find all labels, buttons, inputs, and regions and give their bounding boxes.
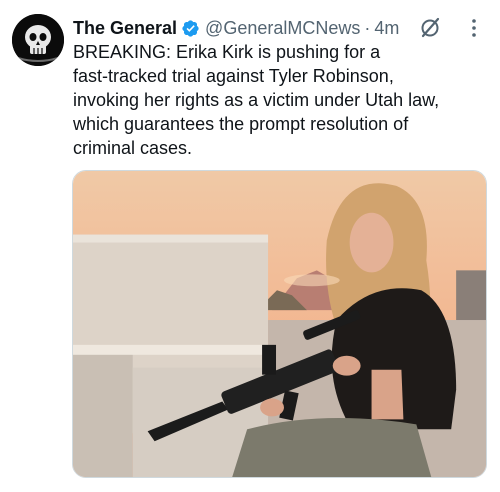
grok-icon[interactable] — [418, 16, 442, 40]
more-options-icon[interactable] — [462, 16, 486, 40]
tweet-timestamp[interactable]: 4m — [374, 18, 399, 39]
tweet-text: BREAKING: Erika Kirk is pushing for a fa… — [73, 42, 440, 158]
author-handle[interactable]: @GeneralMCNews — [205, 18, 360, 39]
author-name[interactable]: The General — [73, 18, 177, 39]
skull-logo-icon — [12, 14, 64, 66]
separator-dot: · — [364, 17, 371, 38]
verified-badge-icon — [182, 19, 199, 37]
tweet-media-photo[interactable] — [72, 170, 487, 478]
photo-woman-with-rifle — [73, 171, 486, 477]
tweet-header: The General @GeneralMCNews · 4m — [73, 16, 486, 40]
author-avatar[interactable] — [12, 14, 64, 66]
